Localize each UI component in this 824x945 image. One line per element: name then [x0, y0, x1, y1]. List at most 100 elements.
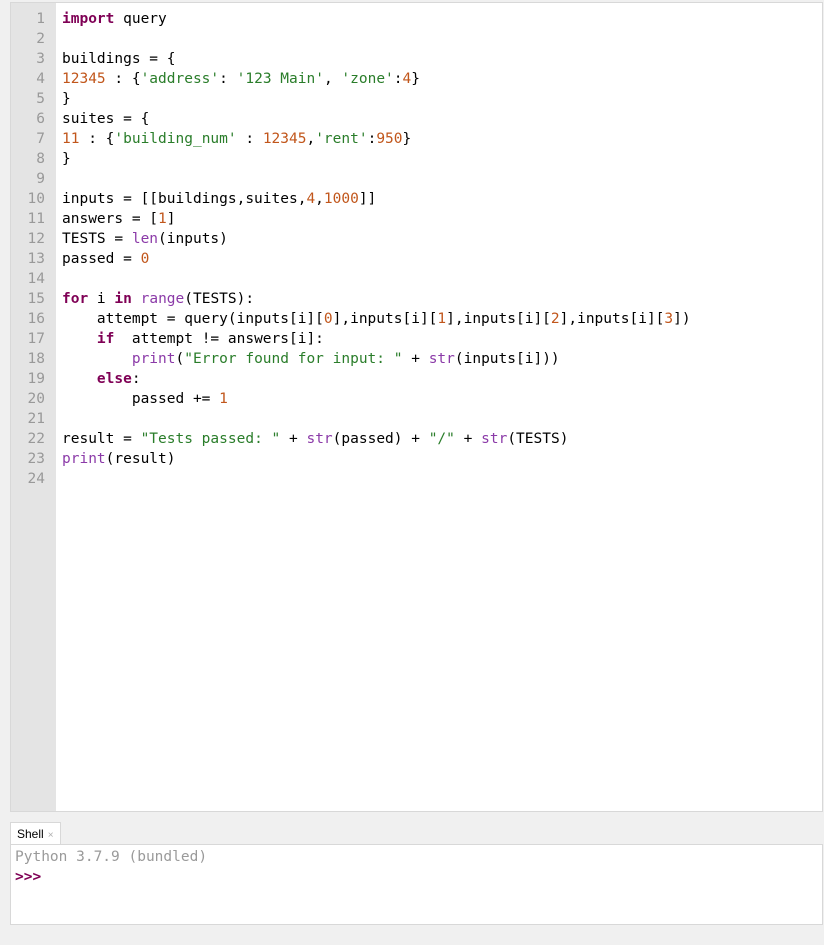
code-token: 'address' [140, 71, 220, 87]
shell-panel[interactable]: Python 3.7.9 (bundled) >>> [10, 844, 823, 925]
code-line[interactable]: 17 if attempt != answers[i]: [11, 329, 822, 349]
code-line[interactable]: 15 for i in range(TESTS): [11, 289, 822, 309]
shell-banner: Python 3.7.9 (bundled) [15, 849, 208, 865]
code-line[interactable]: 20 passed += 1 [11, 389, 822, 409]
code-token: 11 [62, 131, 80, 147]
code-token: 12345 [262, 131, 307, 147]
tab-shell[interactable]: Shell × [10, 822, 61, 844]
code-token: , [315, 191, 324, 207]
code-line[interactable]: 23 print(result) [11, 449, 822, 469]
code-line[interactable]: 1 import query [11, 9, 822, 29]
code-token: range [140, 291, 185, 307]
code-line[interactable]: 11 answers = [1] [11, 209, 822, 229]
code-line[interactable]: 13 passed = 0 [11, 249, 822, 269]
code-text: 12345 : {'address': '123 Main', 'zone':4… [62, 69, 420, 89]
code-token: : [236, 131, 263, 147]
line-number: 16 [27, 311, 45, 327]
code-token: 0 [140, 251, 150, 267]
code-token: attempt = query(inputs[i][ [62, 311, 324, 327]
code-text: else: [62, 369, 141, 389]
line-number: 2 [36, 31, 45, 47]
code-token: : { [105, 71, 141, 87]
code-token: "/" [428, 431, 455, 447]
code-text: import query [62, 9, 167, 29]
code-line[interactable]: 2 [11, 29, 822, 49]
code-line[interactable]: 18 print("Error found for input: " + str… [11, 349, 822, 369]
code-token: if [96, 331, 115, 347]
code-token: (inputs) [158, 231, 228, 247]
code-token: 4 [306, 191, 316, 207]
code-token: (result) [105, 451, 176, 467]
line-number: 4 [36, 71, 45, 87]
code-token: passed = [62, 251, 141, 267]
code-text: print("Error found for input: " + str(in… [62, 349, 560, 369]
code-token: (inputs[i])) [454, 351, 560, 367]
code-token: 1 [219, 391, 228, 407]
code-token: 'building_num' [114, 131, 237, 147]
line-number: 24 [27, 471, 45, 487]
code-token: 'zone' [341, 71, 394, 87]
line-number: 12 [27, 231, 45, 247]
line-number: 18 [27, 351, 45, 367]
code-line[interactable]: 8} [11, 149, 822, 169]
line-number: 17 [27, 331, 45, 347]
code-token: (TESTS): [184, 291, 255, 307]
code-line[interactable]: 6 suites = { [11, 109, 822, 129]
code-text: passed += 1 [62, 389, 228, 409]
code-line[interactable]: 19 else: [11, 369, 822, 389]
code-token: 2 [550, 311, 560, 327]
shell-input[interactable] [45, 867, 805, 887]
code-text: attempt = query(inputs[i][0],inputs[i][1… [62, 309, 691, 329]
code-line[interactable]: 24 [11, 469, 822, 489]
code-area[interactable]: 1 import query 2 3 buildings = {4 12345 : {'a… [11, 9, 822, 489]
code-token: , [323, 71, 342, 87]
line-number: 3 [36, 51, 45, 67]
code-token: (TESTS) [507, 431, 569, 447]
code-token: : [131, 371, 141, 387]
line-number: 22 [27, 431, 45, 447]
code-token: ]) [673, 311, 691, 327]
code-token: 0 [323, 311, 333, 327]
code-text: passed = 0 [62, 249, 149, 269]
close-icon[interactable]: × [48, 830, 54, 841]
line-number: 9 [36, 171, 45, 187]
code-line[interactable]: 5} [11, 89, 822, 109]
code-token: query [114, 11, 167, 27]
code-line[interactable]: 9 [11, 169, 822, 189]
line-number: 23 [27, 451, 45, 467]
code-token: else [96, 371, 132, 387]
code-text: suites = { [62, 109, 149, 129]
code-editor[interactable]: 1 import query 2 3 buildings = {4 12345 : {'a… [10, 2, 823, 812]
code-token: , [306, 131, 316, 147]
code-token: result = [62, 431, 141, 447]
code-token: 4 [402, 71, 412, 87]
line-number: 19 [27, 371, 45, 387]
code-token: buildings = { [62, 51, 176, 67]
code-token: ],inputs[i][ [446, 311, 551, 327]
code-token: passed += [62, 391, 220, 407]
code-text: TESTS = len(inputs) [62, 229, 228, 249]
code-token: } [411, 71, 420, 87]
code-line[interactable]: 4 12345 : {'address': '123 Main', 'zone':… [11, 69, 822, 89]
code-line[interactable]: 10 inputs = [[buildings,suites,4,1000]] [11, 189, 822, 209]
code-line[interactable]: 12 TESTS = len(inputs) [11, 229, 822, 249]
code-text: buildings = { [62, 49, 176, 69]
code-line[interactable]: 14 [11, 269, 822, 289]
code-token: for [62, 291, 89, 307]
line-number: 5 [36, 91, 45, 107]
code-token: str [306, 431, 333, 447]
code-token: attempt != answers[i]: [114, 331, 324, 347]
code-line[interactable]: 22 result = "Tests passed: " + str(passed… [11, 429, 822, 449]
code-line[interactable]: 16 attempt = query(inputs[i][0 ],inputs[i… [11, 309, 822, 329]
line-number: 20 [27, 391, 45, 407]
code-token: 1000 [323, 191, 359, 207]
code-line[interactable]: 3 buildings = { [11, 49, 822, 69]
code-token: len [131, 231, 159, 247]
code-line[interactable]: 21 [11, 409, 822, 429]
code-token: } [62, 91, 71, 107]
code-line[interactable]: 7 11 : {'building_num' : 12345,'rent':950… [11, 129, 822, 149]
code-token: 3 [664, 311, 674, 327]
line-number: 6 [36, 111, 45, 127]
